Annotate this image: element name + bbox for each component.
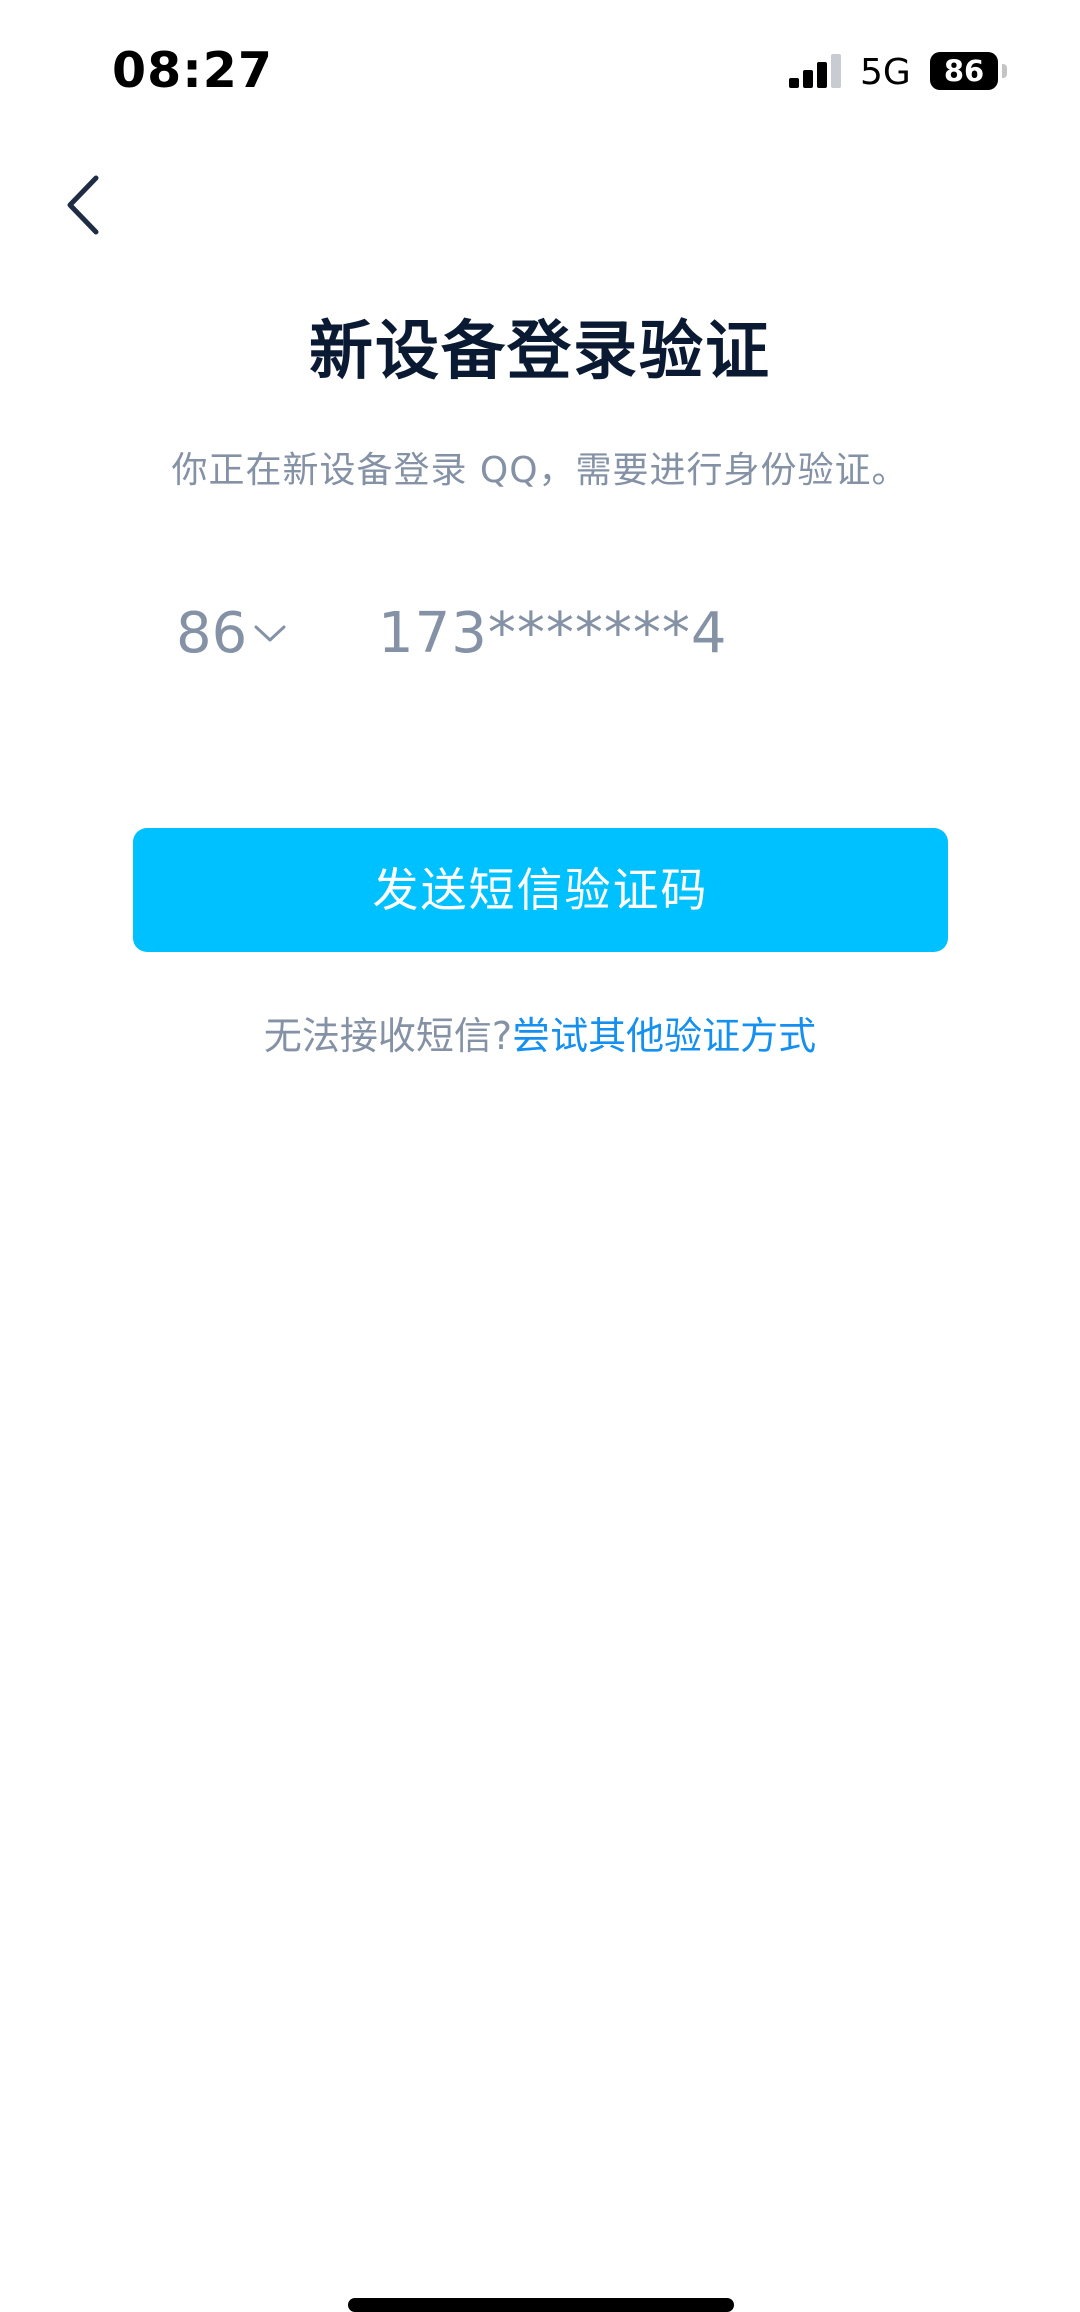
- battery-icon: 86: [930, 52, 1008, 90]
- chevron-down-icon: [254, 625, 286, 642]
- back-button[interactable]: [50, 170, 120, 240]
- try-other-verification-link[interactable]: 尝试其他验证方式: [512, 1014, 816, 1058]
- status-time: 08:27: [112, 42, 273, 99]
- phone-number: 173*******4: [378, 601, 728, 666]
- battery-cap: [1002, 64, 1007, 78]
- page-subtitle: 你正在新设备登录 QQ，需要进行身份验证。: [171, 450, 909, 491]
- home-indicator[interactable]: [348, 2298, 734, 2312]
- send-sms-code-button[interactable]: 发送短信验证码: [133, 828, 948, 952]
- country-code-selector[interactable]: 86: [176, 600, 287, 668]
- alternative-verification-row: 无法接收短信?尝试其他验证方式: [0, 1008, 1080, 1064]
- network-type-label: 5G: [860, 52, 911, 93]
- page-title: 新设备登录验证: [309, 315, 771, 389]
- battery-level: 86: [930, 52, 998, 90]
- signal-bars-icon: [789, 54, 841, 88]
- country-code-value: 86: [176, 601, 248, 666]
- chevron-left-icon: [67, 175, 99, 235]
- cannot-receive-sms-hint: 无法接收短信?: [263, 1014, 513, 1058]
